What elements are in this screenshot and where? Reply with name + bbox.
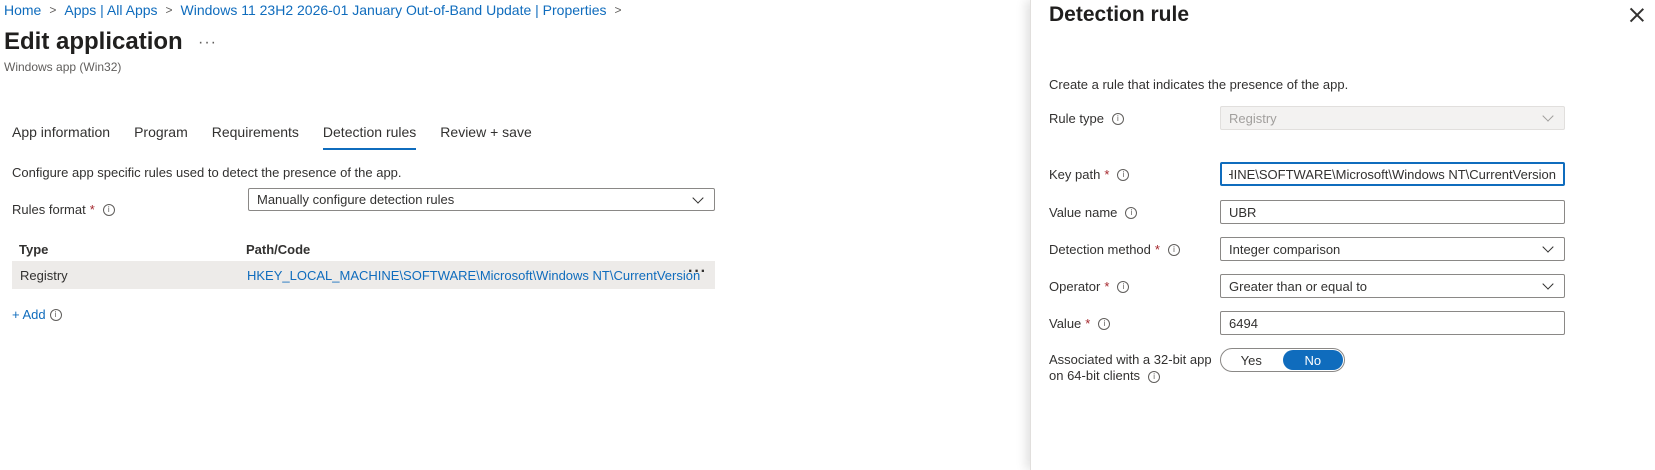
chevron-down-icon	[692, 191, 704, 204]
detection-method-select[interactable]: Integer comparison	[1220, 237, 1565, 261]
add-rule-button[interactable]: + Add i	[12, 307, 62, 322]
info-icon[interactable]: i	[49, 308, 62, 321]
tab-review-save[interactable]: Review + save	[440, 124, 531, 150]
rule-type-label: Rule type i	[1049, 111, 1124, 126]
rules-format-label-text: Rules format	[12, 202, 86, 217]
row-type: Registry	[20, 268, 68, 283]
rules-table-header: Type Path/Code	[12, 242, 715, 262]
rule-type-value: Registry	[1229, 110, 1277, 126]
column-header-type: Type	[19, 242, 49, 257]
operator-label-text: Operator	[1049, 279, 1101, 294]
table-row[interactable]: Registry HKEY_LOCAL_MACHINE\SOFTWARE\Mic…	[12, 261, 715, 289]
tab-bar: App information Program Requirements Det…	[12, 124, 556, 150]
assoc-32bit-label-line2-wrap: on 64-bit clients i	[1049, 368, 1212, 384]
breadcrumb-app-properties[interactable]: Windows 11 23H2 2026-01 January Out-of-B…	[181, 2, 607, 18]
assoc-32bit-label: Associated with a 32-bit app on 64-bit c…	[1049, 352, 1212, 384]
info-icon[interactable]: i	[1117, 168, 1130, 181]
detection-rule-panel: Detection rule Create a rule that indica…	[1030, 0, 1655, 470]
value-name-input[interactable]: UBR	[1220, 200, 1565, 224]
assoc-32bit-toggle[interactable]: Yes No	[1220, 348, 1345, 372]
assoc-32bit-label-line1: Associated with a 32-bit app	[1049, 352, 1212, 367]
value-label: Value * i	[1049, 316, 1111, 331]
required-mark: *	[89, 202, 95, 217]
breadcrumb-apps[interactable]: Apps | All Apps	[64, 2, 157, 18]
rules-format-select[interactable]: Manually configure detection rules	[248, 188, 715, 211]
close-icon[interactable]	[1630, 8, 1644, 22]
more-icon[interactable]: ···	[198, 34, 217, 52]
info-icon[interactable]: i	[102, 203, 115, 216]
value-input[interactable]: 6494	[1220, 311, 1565, 335]
tab-detection-rules[interactable]: Detection rules	[322, 124, 417, 150]
toggle-yes[interactable]: Yes	[1221, 349, 1282, 371]
operator-value: Greater than or equal to	[1229, 278, 1368, 294]
info-icon[interactable]: i	[1125, 206, 1138, 219]
rules-format-label: Rules format * i	[12, 202, 115, 217]
info-icon[interactable]: i	[1098, 317, 1111, 330]
detection-method-label: Detection method * i	[1049, 242, 1180, 257]
row-path[interactable]: HKEY_LOCAL_MACHINE\SOFTWARE\Microsoft\Wi…	[247, 268, 700, 283]
chevron-down-icon	[1542, 278, 1554, 290]
chevron-right-icon: >	[165, 3, 173, 17]
rule-type-label-text: Rule type	[1049, 111, 1104, 126]
column-header-path: Path/Code	[246, 242, 311, 257]
more-icon[interactable]: ···	[688, 263, 707, 281]
info-icon[interactable]: i	[1111, 112, 1124, 125]
value-name-value: UBR	[1229, 204, 1257, 220]
required-mark: *	[1085, 316, 1091, 331]
value-name-label: Value name i	[1049, 205, 1138, 220]
info-icon[interactable]: i	[1117, 280, 1130, 293]
detection-method-value: Integer comparison	[1229, 241, 1341, 257]
key-path-label-text: Key path	[1049, 167, 1101, 182]
required-mark: *	[1154, 242, 1160, 257]
section-description: Configure app specific rules used to det…	[12, 165, 402, 180]
info-icon[interactable]: i	[1148, 370, 1161, 383]
detection-method-label-text: Detection method	[1049, 242, 1151, 257]
key-path-value: HKEY_LOCAL_MACHINE\SOFTWARE\Microsoft\Wi…	[1229, 166, 1556, 182]
page-subtitle: Windows app (Win32)	[4, 60, 122, 74]
required-mark: *	[1104, 279, 1110, 294]
value-value: 6494	[1229, 315, 1258, 331]
rule-type-select[interactable]: Registry	[1220, 106, 1565, 130]
toggle-no[interactable]: No	[1282, 350, 1343, 370]
value-name-label-text: Value name	[1049, 205, 1118, 220]
assoc-32bit-label-line2: on 64-bit clients	[1049, 368, 1141, 383]
chevron-right-icon: >	[49, 3, 57, 17]
chevron-down-icon	[1542, 241, 1554, 253]
operator-label: Operator * i	[1049, 279, 1130, 294]
tab-app-information[interactable]: App information	[12, 124, 110, 150]
tab-requirements[interactable]: Requirements	[212, 124, 299, 150]
panel-title: Detection rule	[1049, 3, 1190, 26]
value-label-text: Value	[1049, 316, 1082, 331]
breadcrumb: Home > Apps | All Apps > Windows 11 23H2…	[4, 2, 630, 18]
chevron-right-icon: >	[614, 3, 622, 17]
info-icon[interactable]: i	[1167, 243, 1180, 256]
key-path-input[interactable]: HKEY_LOCAL_MACHINE\SOFTWARE\Microsoft\Wi…	[1220, 162, 1565, 186]
tab-program[interactable]: Program	[134, 124, 188, 150]
rules-format-value: Manually configure detection rules	[257, 192, 455, 207]
required-mark: *	[1104, 167, 1110, 182]
page-title: Edit application	[4, 28, 183, 55]
key-path-label: Key path * i	[1049, 167, 1130, 182]
breadcrumb-home[interactable]: Home	[4, 2, 41, 18]
panel-description: Create a rule that indicates the presenc…	[1049, 77, 1349, 92]
operator-select[interactable]: Greater than or equal to	[1220, 274, 1565, 298]
chevron-down-icon	[1542, 110, 1554, 122]
add-rule-label: + Add	[12, 307, 46, 322]
